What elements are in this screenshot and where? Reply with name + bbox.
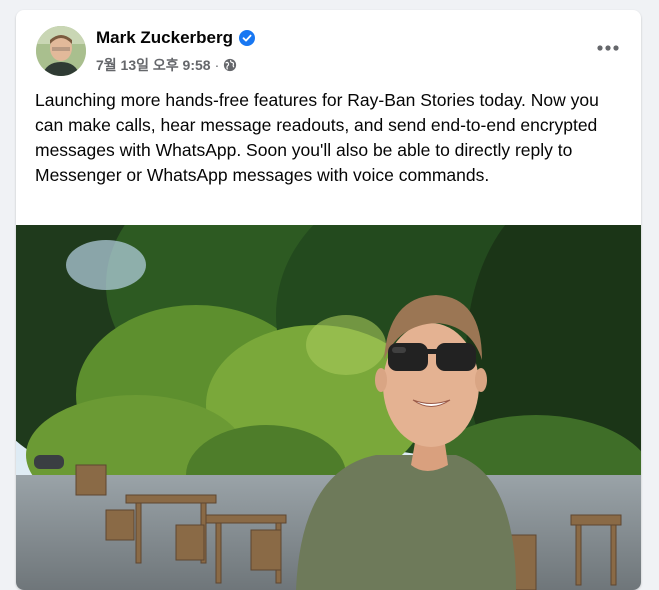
post-timestamp[interactable]: 7월 13일 오후 9:58 [96,55,211,75]
avatar-image [36,26,86,76]
author-header: Mark Zuckerberg [96,28,255,48]
globe-icon[interactable] [223,58,237,72]
post-body-text: Launching more hands-free features for R… [35,90,599,185]
author-name[interactable]: Mark Zuckerberg [96,28,233,48]
verified-badge-icon [239,30,255,46]
more-options-icon [597,45,619,51]
meta-separator: · [214,57,220,73]
post-card: Mark Zuckerberg 7월 13일 오후 9:58 · Launchi… [16,10,641,590]
post-photo[interactable] [16,225,641,590]
post-meta: 7월 13일 오후 9:58 · [96,55,237,75]
more-options-button[interactable] [593,36,623,60]
author-avatar[interactable] [36,26,86,76]
